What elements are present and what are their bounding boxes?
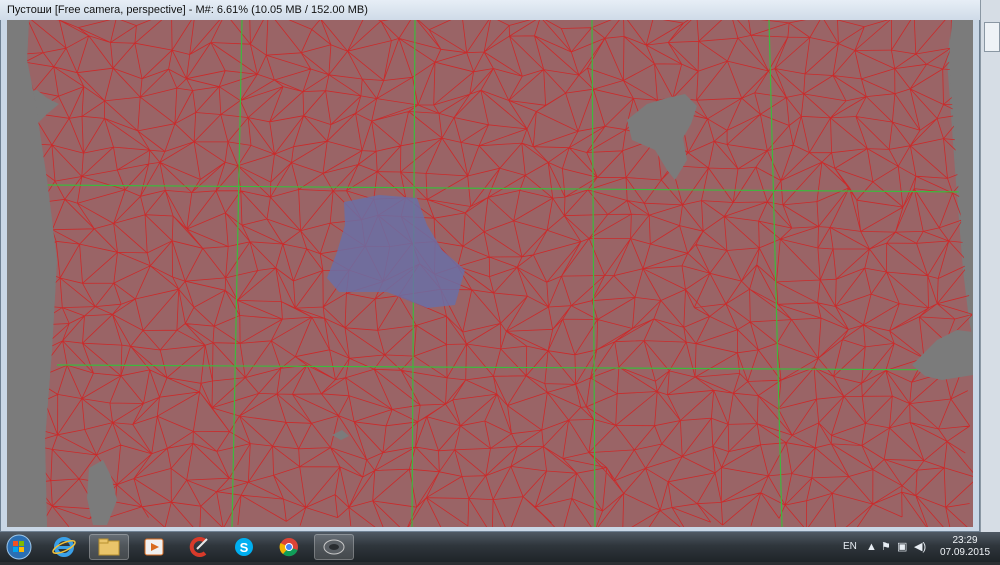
media-player-icon — [144, 538, 164, 556]
editor-app-icon — [323, 539, 345, 555]
editor-window: Пустоши [Free camera, perspective] - M#:… — [0, 0, 1000, 532]
taskbar: S EN ▲ ⚑ ▣ ◀) 23:29 07.09.2015 — [0, 532, 1000, 562]
navigation-mesh[interactable] — [7, 20, 973, 527]
taskbar-media-player[interactable] — [134, 534, 174, 560]
file-explorer-icon — [98, 538, 120, 556]
clock-time: 23:29 — [952, 535, 978, 546]
taskbar-skype[interactable]: S — [224, 534, 264, 560]
windows-logo-icon — [6, 534, 32, 560]
svg-text:S: S — [240, 540, 249, 555]
clock-date: 07.09.2015 — [939, 547, 991, 558]
chrome-icon — [279, 538, 298, 557]
taskbar-editor[interactable] — [314, 534, 354, 560]
taskbar-clock[interactable]: 23:29 07.09.2015 — [935, 535, 995, 559]
taskbar-ie[interactable] — [44, 534, 84, 560]
ccleaner-icon — [189, 537, 208, 557]
keyboard-language[interactable]: EN — [843, 541, 857, 552]
3d-viewport[interactable] — [7, 20, 973, 527]
mesh-fill — [27, 20, 973, 527]
show-hidden-icons-icon[interactable]: ▲ — [866, 540, 877, 554]
title-bar[interactable]: Пустоши [Free camera, perspective] - M#:… — [0, 0, 980, 20]
network-icon[interactable]: ▣ — [897, 540, 907, 554]
taskbar-explorer[interactable] — [89, 534, 129, 560]
volume-icon[interactable]: ◀) — [914, 540, 926, 554]
taskbar-ccleaner[interactable] — [179, 534, 219, 560]
skype-icon: S — [235, 538, 253, 556]
taskbar-chrome[interactable] — [269, 534, 309, 560]
start-button[interactable] — [2, 534, 36, 560]
right-scroll-panel[interactable] — [980, 0, 1000, 532]
window-title: Пустоши [Free camera, perspective] - M#:… — [7, 4, 368, 16]
mesh-surface — [27, 20, 973, 527]
action-center-flag-icon[interactable]: ⚑ — [881, 540, 891, 554]
internet-explorer-icon — [52, 537, 76, 557]
system-tray: ▲ ⚑ ▣ ◀) — [866, 540, 930, 554]
panel-collapse-button[interactable] — [984, 22, 1000, 52]
